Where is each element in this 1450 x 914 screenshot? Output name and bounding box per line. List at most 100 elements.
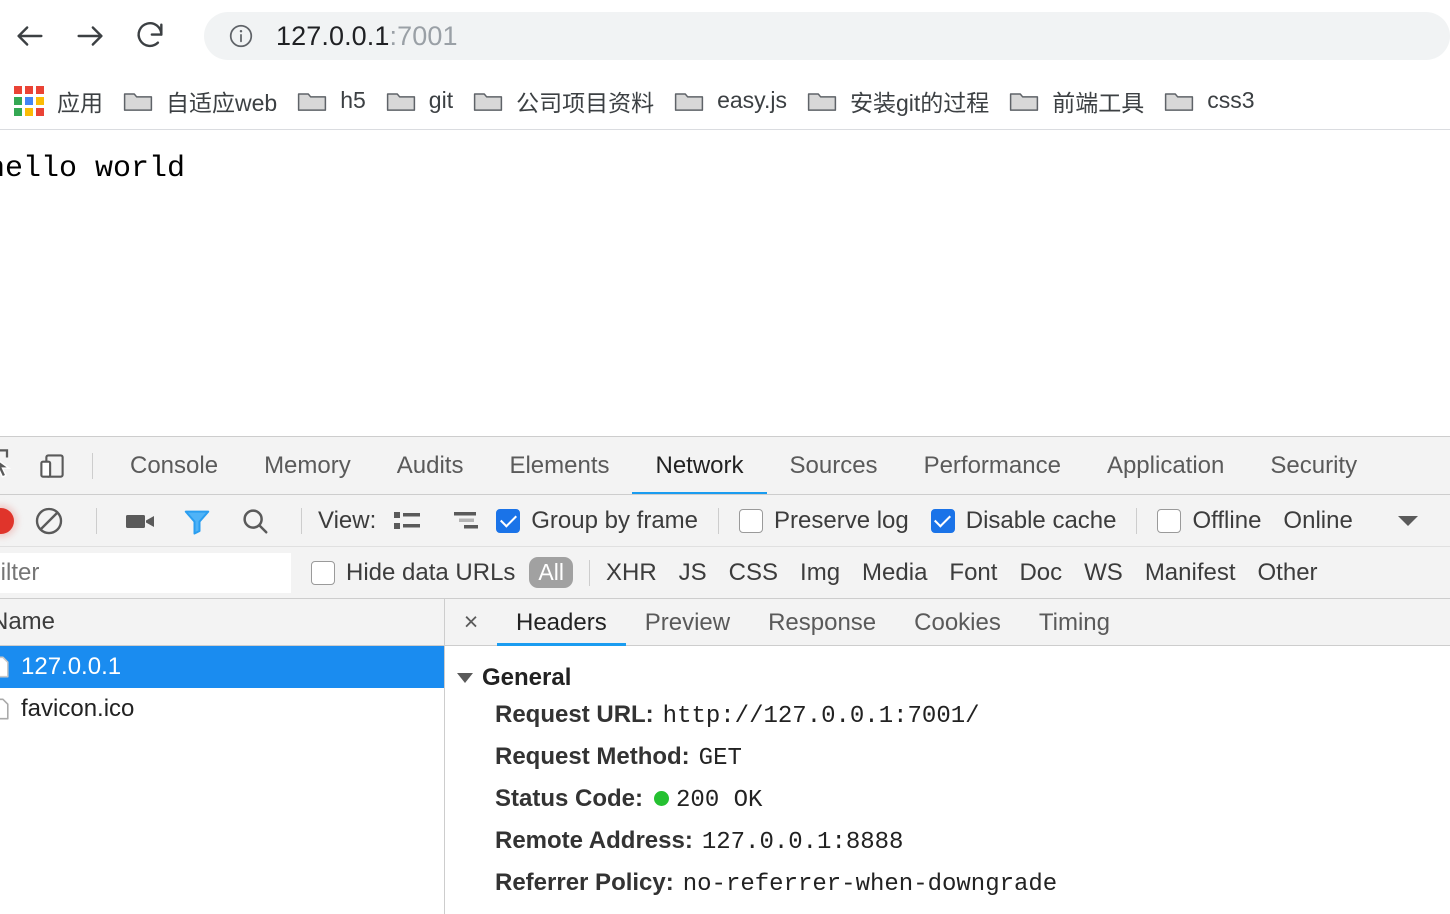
folder-icon (123, 92, 153, 111)
filter-type-img[interactable]: Img (800, 559, 840, 587)
offline-control[interactable]: Offline (1157, 507, 1261, 535)
bookmark-label: easy.js (717, 87, 787, 113)
header-value: http://127.0.0.1:7001/ (662, 703, 980, 730)
bookmark-install-git-process[interactable]: 安装git的过程 (797, 79, 999, 123)
bookmark-easyjs[interactable]: easy.js (664, 79, 797, 123)
bookmark-h5[interactable]: h5 (287, 79, 376, 123)
preserve-log-label: Preserve log (774, 506, 909, 534)
bookmark-label: h5 (340, 87, 366, 113)
capture-screenshots-button[interactable] (113, 495, 169, 546)
hide-data-urls-label: Hide data URLs (346, 558, 516, 586)
disable-cache-label: Disable cache (965, 506, 1117, 534)
bookmark-company-project-docs[interactable]: 公司项目资料 (463, 79, 664, 123)
search-button[interactable] (225, 495, 285, 546)
close-icon[interactable]: × (445, 599, 497, 646)
filter-bar: Hide data URLs All XHR JS CSS Img Media … (0, 547, 1450, 599)
filter-type-ws[interactable]: WS (1084, 559, 1123, 587)
filter-type-manifest[interactable]: Manifest (1145, 559, 1236, 587)
tab-performance[interactable]: Performance (901, 437, 1084, 494)
offline-checkbox[interactable] (1157, 508, 1182, 533)
back-button[interactable] (0, 6, 60, 66)
view-label: View: (318, 506, 377, 534)
filter-type-xhr[interactable]: XHR (606, 559, 657, 587)
headers-content: General Request URL: http://127.0.0.1:70… (445, 646, 1450, 911)
record-icon (0, 507, 14, 534)
filter-type-media[interactable]: Media (862, 559, 927, 587)
tab-application[interactable]: Application (1084, 437, 1247, 494)
throttling-label[interactable]: Online (1283, 507, 1352, 535)
general-section-header[interactable]: General (457, 664, 1450, 692)
inspect-cursor-icon (0, 448, 12, 478)
bookmark-label: 安装git的过程 (849, 89, 990, 116)
record-button[interactable] (0, 495, 18, 546)
bookmark-apps[interactable]: 应用 (0, 79, 113, 123)
filter-type-all[interactable]: All (529, 557, 573, 588)
filter-input[interactable] (0, 552, 291, 593)
tab-audits[interactable]: Audits (374, 437, 487, 494)
divider (92, 452, 93, 479)
request-list-column-header[interactable]: Name (0, 599, 444, 646)
tab-console[interactable]: Console (107, 437, 241, 494)
hide-data-urls-checkbox[interactable] (311, 560, 335, 585)
tab-timing[interactable]: Timing (1020, 599, 1129, 646)
view-waterfall-button[interactable] (438, 495, 496, 546)
header-value: 127.0.0.1:8888 (701, 829, 904, 856)
tab-memory[interactable]: Memory (241, 437, 374, 494)
camera-icon (126, 514, 154, 528)
throttling-dropdown-button[interactable] (1373, 495, 1443, 546)
table-row[interactable]: 127.0.0.1 (0, 646, 444, 688)
disable-cache-control[interactable]: Disable cache (930, 506, 1117, 535)
divider (718, 507, 719, 534)
info-icon[interactable] (228, 23, 254, 49)
disable-cache-checkbox[interactable] (930, 508, 955, 533)
folder-icon (807, 92, 837, 111)
document-file-icon (0, 656, 9, 678)
folder-icon (298, 92, 327, 111)
tab-sources[interactable]: Sources (767, 437, 901, 494)
tab-elements[interactable]: Elements (486, 437, 632, 494)
group-by-frame-control[interactable]: Group by frame (496, 507, 698, 535)
bookmark-frontend-tools[interactable]: 前端工具 (999, 79, 1154, 123)
divider (301, 507, 302, 534)
folder-icon (1010, 92, 1039, 111)
tab-network[interactable]: Network (632, 437, 767, 494)
tab-security[interactable]: Security (1247, 437, 1380, 494)
bookmark-git[interactable]: git (376, 79, 463, 123)
header-key: Status Code: (495, 785, 644, 812)
bookmark-ziyingyingweb[interactable]: 自适应web (113, 79, 287, 123)
header-row-remote-address: Remote Address: 127.0.0.1:8888 (495, 827, 1450, 869)
inspect-element-button[interactable] (0, 437, 26, 494)
triangle-down-icon (457, 673, 473, 683)
hide-data-urls-control[interactable]: Hide data URLs (311, 559, 515, 587)
tab-response[interactable]: Response (749, 599, 895, 646)
preserve-log-checkbox[interactable] (739, 508, 763, 533)
column-header-name: Name (0, 608, 56, 635)
header-row-referrer-policy: Referrer Policy: no-referrer-when-downgr… (495, 869, 1450, 911)
filter-type-font[interactable]: Font (949, 559, 997, 587)
preserve-log-control[interactable]: Preserve log (739, 507, 909, 535)
tab-preview[interactable]: Preview (626, 599, 749, 646)
reload-button[interactable] (120, 6, 180, 66)
address-bar[interactable]: 127.0.0.1:7001 (204, 12, 1450, 60)
group-by-frame-checkbox[interactable] (496, 508, 521, 533)
forward-arrow-icon (77, 26, 103, 46)
devtools-tabbar: Console Memory Audits Elements Network S… (0, 437, 1450, 495)
bookmark-css3[interactable]: css3 (1154, 79, 1264, 123)
filter-type-js[interactable]: JS (679, 559, 707, 587)
url-port: :7001 (389, 20, 458, 51)
filter-button[interactable] (169, 495, 225, 546)
table-row[interactable]: favicon.ico (0, 688, 444, 730)
network-toolbar: View: Group by frame Preserve log Disabl… (0, 495, 1450, 547)
tab-headers[interactable]: Headers (497, 599, 626, 646)
filter-type-css[interactable]: CSS (729, 559, 778, 587)
filter-type-doc[interactable]: Doc (1019, 559, 1062, 587)
view-list-button[interactable] (376, 495, 438, 546)
bookmarks-bar: 应用 自适应web h5 git 公司项目资料 easy.js 安装git的过程… (0, 72, 1450, 130)
tab-cookies[interactable]: Cookies (895, 599, 1020, 646)
filter-type-other[interactable]: Other (1258, 559, 1318, 587)
device-toolbar-toggle[interactable] (26, 437, 78, 494)
offline-label: Offline (1192, 506, 1262, 534)
header-key: Request URL: (495, 701, 654, 728)
forward-button[interactable] (60, 6, 120, 66)
clear-button[interactable] (18, 495, 80, 546)
